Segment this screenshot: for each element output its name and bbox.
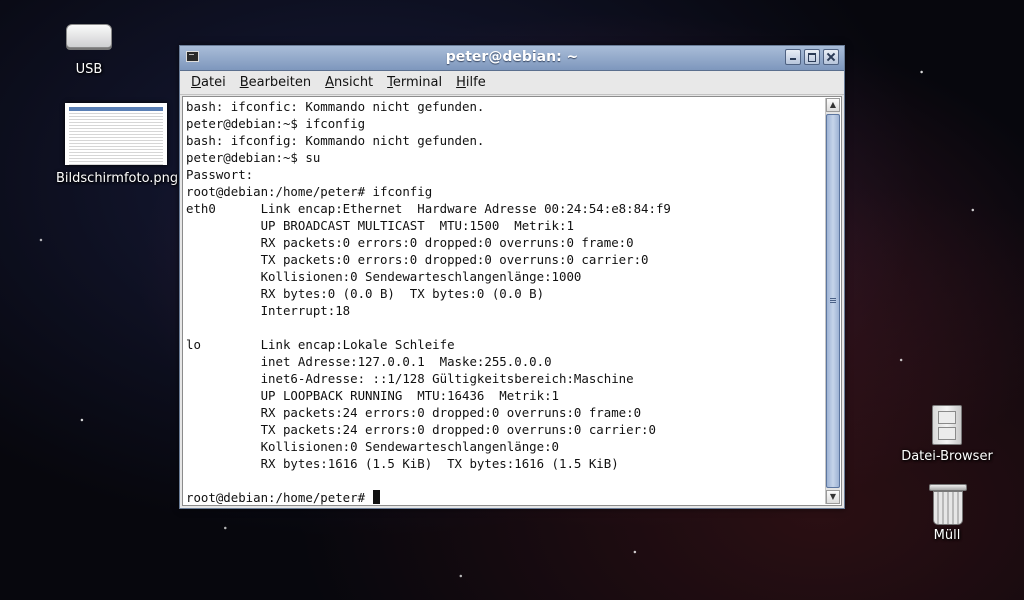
desktop-icon-label: Datei-Browser [901,449,993,464]
window-controls [785,49,839,65]
text-cursor [372,490,380,504]
menu-bearbeiten[interactable]: Bearbeiten [233,75,318,90]
desktop-icon-file-browser[interactable]: Datei-Browser [900,405,994,464]
terminal-line: Passwort: [186,167,254,182]
scrollbar-thumb[interactable] [826,114,840,488]
terminal-line: Interrupt:18 [260,303,351,318]
menu-datei[interactable]: Datei [184,75,233,90]
terminal-line: inet Adresse:127.0.0.1 Maske:255.0.0.0 [260,354,552,369]
terminal-line: peter@debian:~$ ifconfig [186,116,366,131]
terminal-line: UP BROADCAST MULTICAST MTU:1500 Metrik:1 [260,218,574,233]
minimize-button[interactable] [785,49,801,65]
scroll-up-arrow-icon[interactable]: ▲ [826,98,840,112]
desktop-icon-label: Müll [933,528,961,543]
terminal-line: eth0 Link encap:Ethernet Hardware Adress… [186,201,671,216]
scroll-down-arrow-icon[interactable]: ▼ [826,490,840,504]
image-thumbnail-icon [65,103,167,165]
desktop-icon-screenshot[interactable]: Bildschirmfoto.png [56,103,179,186]
terminal-line: RX bytes:1616 (1.5 KiB) TX bytes:1616 (1… [260,456,619,471]
terminal-line: bash: ifconfig: Kommando nicht gefunden. [186,133,485,148]
close-button[interactable] [823,49,839,65]
file-cabinet-icon [932,405,962,445]
maximize-button[interactable] [804,49,820,65]
terminal-window: peter@debian: ~ Datei Bearbeiten Ansicht… [179,45,845,509]
menu-hilfe[interactable]: Hilfe [449,75,493,90]
vertical-scrollbar[interactable]: ▲ ▼ [825,98,840,504]
desktop-icon-usb[interactable]: USB [58,20,120,77]
trash-icon [929,484,967,525]
terminal-line: Kollisionen:0 Sendewarteschlangenlänge:1… [260,269,582,284]
terminal-prompt-line[interactable]: root@debian:/home/peter# [186,490,380,505]
menu-ansicht[interactable]: Ansicht [318,75,380,90]
window-titlebar[interactable]: peter@debian: ~ [180,46,844,71]
terminal-area[interactable]: bash: ifconfic: Kommando nicht gefunden.… [182,96,842,506]
desktop-icon-trash[interactable]: Müll [918,484,976,543]
terminal-line: TX packets:0 errors:0 dropped:0 overruns… [260,252,649,267]
desktop-icon-label: Bildschirmfoto.png [56,171,179,186]
terminal-line: inet6-Adresse: ::1/128 Gültigkeitsbereic… [260,371,634,386]
terminal-line: peter@debian:~$ su [186,150,321,165]
terminal-line: TX packets:24 errors:0 dropped:0 overrun… [260,422,656,437]
terminal-output: bash: ifconfic: Kommando nicht gefunden.… [186,98,823,505]
terminal-line: bash: ifconfic: Kommando nicht gefunden. [186,99,485,114]
terminal-prompt: root@debian:/home/peter# [186,490,373,505]
terminal-line: root@debian:/home/peter# ifconfig [186,184,433,199]
menu-terminal[interactable]: Terminal [380,75,449,90]
terminal-line: RX packets:0 errors:0 dropped:0 overruns… [260,235,634,250]
terminal-line: RX packets:24 errors:0 dropped:0 overrun… [260,405,642,420]
terminal-line: RX bytes:0 (0.0 B) TX bytes:0 (0.0 B) [260,286,545,301]
menubar: Datei Bearbeiten Ansicht Terminal Hilfe [180,71,844,95]
desktop-icon-label: USB [75,62,103,77]
terminal-line: UP LOOPBACK RUNNING MTU:16436 Metrik:1 [260,388,559,403]
terminal-line: Kollisionen:0 Sendewarteschlangenlänge:0 [260,439,559,454]
usb-drive-icon [66,24,112,48]
window-title: peter@debian: ~ [445,49,579,65]
terminal-line: lo Link encap:Lokale Schleife [186,337,455,352]
